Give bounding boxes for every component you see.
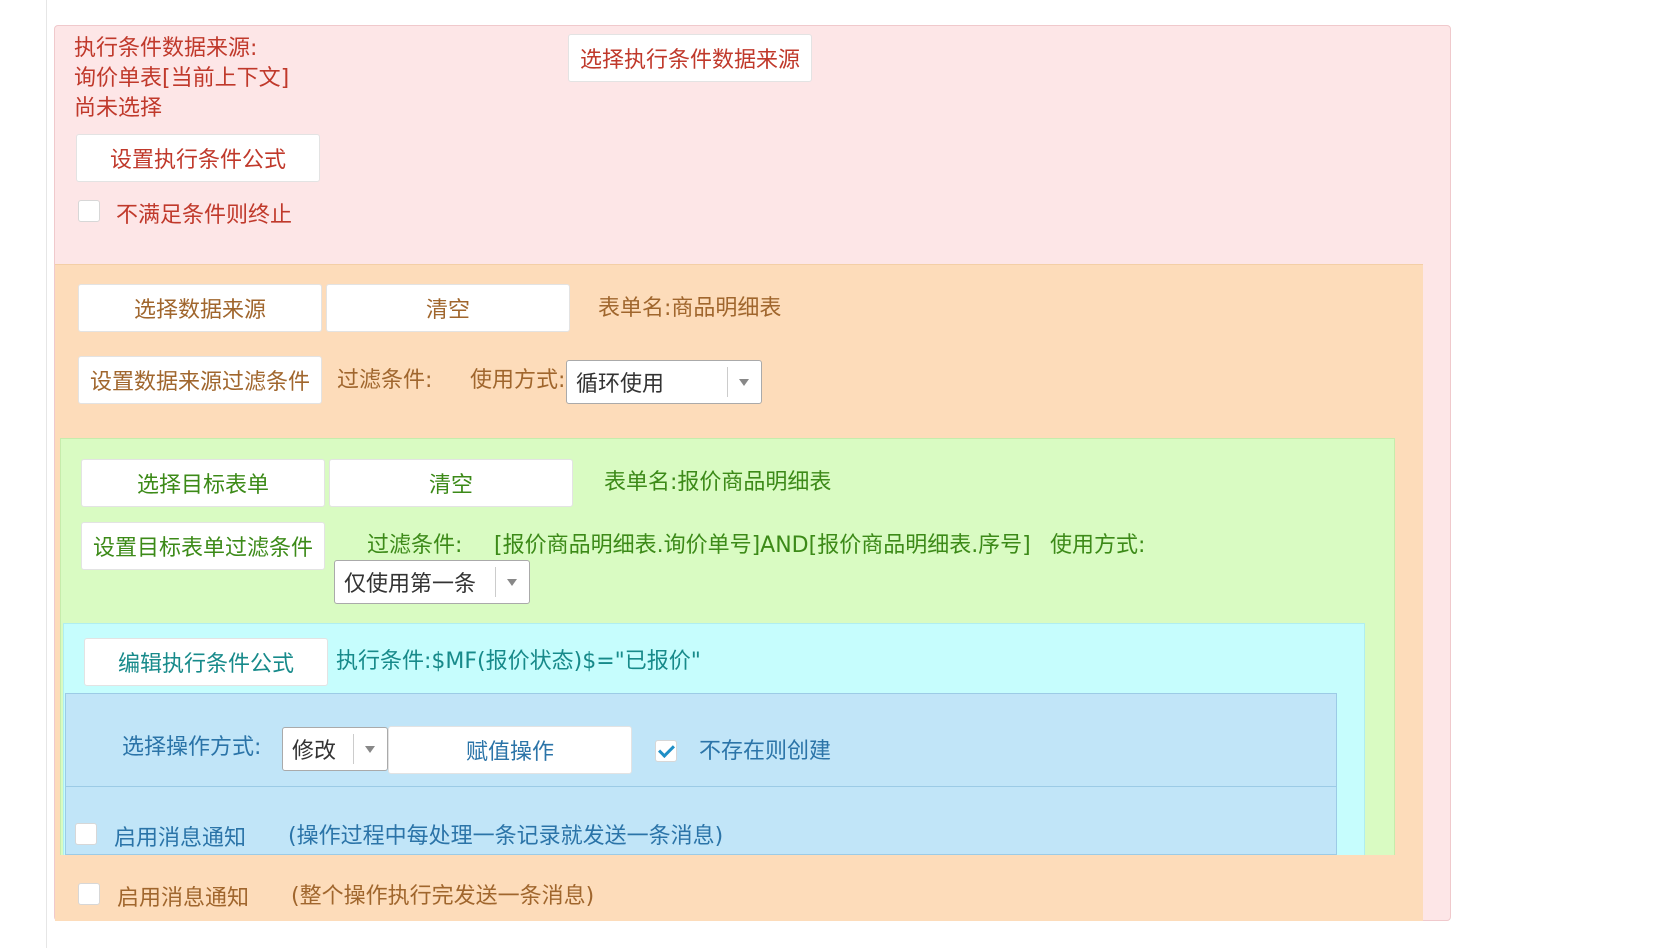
- select-target-form-button[interactable]: 选择目标表单: [81, 459, 325, 507]
- edit-exec-formula-button[interactable]: 编辑执行条件公式: [84, 638, 328, 686]
- assign-operation-button[interactable]: 赋值操作: [388, 726, 632, 774]
- exec-source-label: 执行条件数据来源:: [74, 36, 258, 61]
- operation-mode-select[interactable]: 修改: [282, 727, 388, 771]
- target-filter-label: 过滤条件:: [367, 533, 463, 558]
- clear-data-source-button[interactable]: 清空: [326, 284, 570, 332]
- operation-mode-value: 修改: [292, 739, 337, 764]
- target-filter-value: [报价商品明细表.询价单号]AND[报价商品明细表.序号]: [494, 533, 1031, 558]
- left-divider: [46, 0, 47, 948]
- notify-all-hint: (整个操作执行完发送一条消息): [291, 884, 595, 909]
- data-source-usage-select[interactable]: 循环使用: [566, 360, 762, 404]
- chevron-down-icon: [507, 579, 517, 586]
- notify-all-label: 启用消息通知: [117, 886, 250, 911]
- clear-target-form-button[interactable]: 清空: [329, 459, 573, 507]
- select-data-source-button[interactable]: 选择数据来源: [78, 284, 322, 332]
- data-source-filter-button[interactable]: 设置数据来源过滤条件: [78, 356, 322, 404]
- notify-each-checkbox[interactable]: [75, 823, 97, 845]
- notify-each-label: 启用消息通知: [114, 826, 247, 851]
- operation-mode-label: 选择操作方式:: [122, 735, 262, 760]
- exec-source-status: 尚未选择: [74, 96, 163, 121]
- data-source-usage-value: 循环使用: [576, 372, 665, 397]
- select-separator: [495, 567, 496, 597]
- exec-source-value: 询价单表[当前上下文]: [74, 66, 290, 91]
- data-source-usage-label: 使用方式:: [470, 368, 566, 393]
- notify-all-checkbox[interactable]: [78, 883, 100, 905]
- create-if-missing-label: 不存在则创建: [699, 739, 832, 764]
- target-filter-button[interactable]: 设置目标表单过滤条件: [81, 522, 325, 570]
- data-source-filter-label: 过滤条件:: [337, 368, 433, 393]
- exec-condition-text: 执行条件:$MF(报价状态)$="已报价": [336, 649, 701, 674]
- terminate-checkbox[interactable]: [78, 200, 100, 222]
- data-source-form-name: 表单名:商品明细表: [598, 296, 782, 321]
- target-usage-value: 仅使用第一条: [344, 572, 477, 597]
- target-usage-select[interactable]: 仅使用第一条: [334, 560, 530, 604]
- target-usage-label: 使用方式:: [1050, 533, 1146, 558]
- terminate-checkbox-label: 不满足条件则终止: [116, 203, 293, 228]
- create-if-missing-checkbox[interactable]: [655, 740, 677, 762]
- select-exec-source-button[interactable]: 选择执行条件数据来源: [568, 34, 812, 82]
- chevron-down-icon: [365, 746, 375, 753]
- select-separator: [353, 734, 354, 764]
- set-exec-formula-button[interactable]: 设置执行条件公式: [76, 134, 320, 182]
- target-form-name: 表单名:报价商品明细表: [604, 470, 832, 495]
- select-separator: [727, 367, 728, 397]
- notify-each-hint: (操作过程中每处理一条记录就发送一条消息): [288, 824, 724, 849]
- chevron-down-icon: [739, 379, 749, 386]
